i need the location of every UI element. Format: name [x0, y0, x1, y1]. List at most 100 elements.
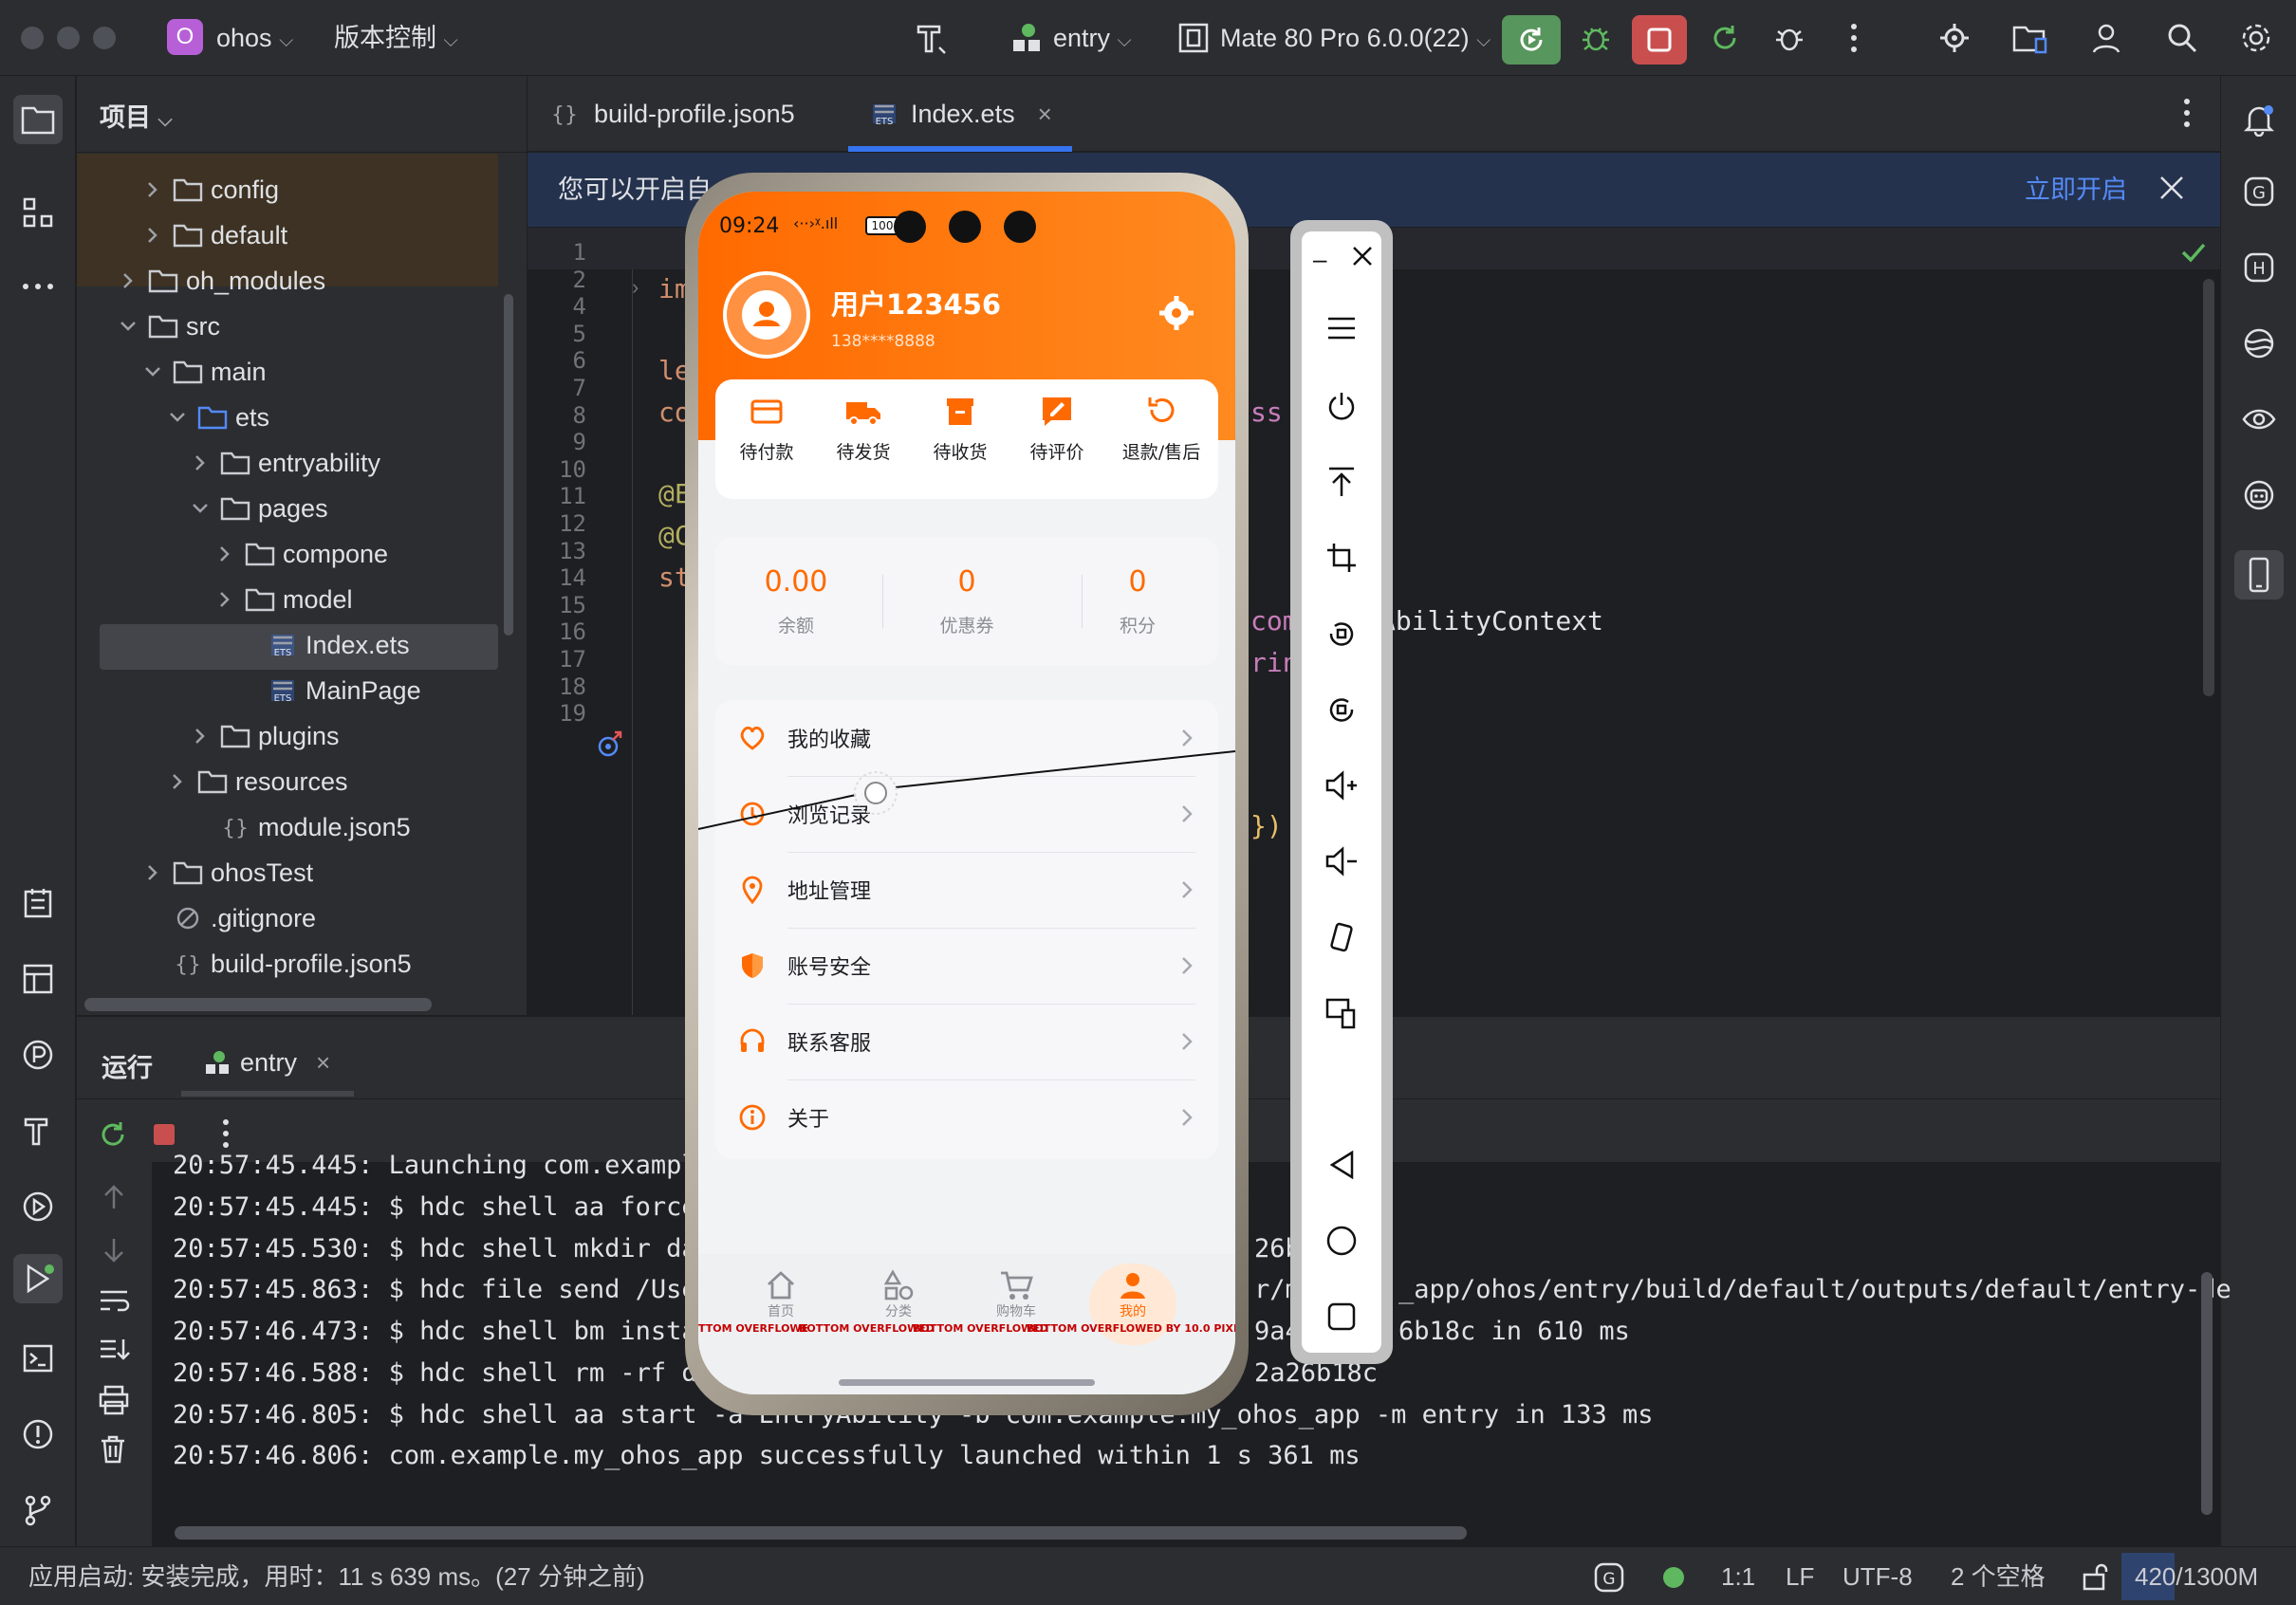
- tree-item-build-profile-json5[interactable]: {} build-profile.json5: [77, 941, 527, 987]
- banner-close-icon[interactable]: [2157, 174, 2186, 202]
- build-icon[interactable]: [17, 1110, 59, 1152]
- tree-vertical-scrollbar[interactable]: [504, 294, 513, 636]
- stop-icon[interactable]: [151, 1121, 177, 1148]
- fold-arrow-icon[interactable]: ›: [632, 275, 639, 300]
- order-refund[interactable]: 退款/售后: [1106, 395, 1216, 464]
- scroll-to-end-icon[interactable]: [98, 1336, 130, 1364]
- tree-item-mainpage[interactable]: ETS MainPage: [77, 668, 527, 713]
- chevron-right-icon[interactable]: [142, 179, 163, 200]
- chevron-down-icon[interactable]: [190, 498, 211, 519]
- run-config-tab[interactable]: entry ×: [204, 1042, 330, 1083]
- git-branch-icon[interactable]: [17, 1489, 59, 1531]
- project-view-folder-icon[interactable]: [13, 95, 63, 144]
- tree-item-default[interactable]: default: [77, 212, 527, 258]
- emulator-power-icon[interactable]: [1321, 385, 1362, 427]
- emulator-upload-top-icon[interactable]: [1321, 461, 1362, 503]
- tab-close-icon[interactable]: ×: [1038, 100, 1052, 129]
- tree-item-pages[interactable]: pages: [77, 486, 527, 531]
- more-tools-icon[interactable]: [17, 266, 59, 307]
- emulator-volume-down-icon[interactable]: [1321, 840, 1362, 882]
- tree-item-config[interactable]: config: [77, 167, 527, 212]
- emulator-rotate-right-icon[interactable]: [1321, 689, 1362, 730]
- tree-item-resources[interactable]: resources: [77, 759, 527, 804]
- project-name-dropdown[interactable]: ohos ⌵: [216, 21, 293, 58]
- build-hammer-icon[interactable]: [911, 17, 953, 59]
- window-zoom-button[interactable]: [93, 27, 116, 49]
- unlock-icon[interactable]: [2082, 1562, 2110, 1591]
- caret-position[interactable]: 1:1: [1721, 1547, 1755, 1605]
- debug-bug-icon[interactable]: [1575, 17, 1617, 59]
- tree-item-module-json5[interactable]: {} module.json5: [77, 804, 527, 850]
- run-tool-icon[interactable]: [13, 1254, 63, 1303]
- chevron-down-icon[interactable]: [142, 361, 163, 382]
- tab-index-ets[interactable]: ETS Index.ets ×: [871, 76, 1052, 152]
- rerun-button[interactable]: [1502, 15, 1561, 65]
- layout-inspector-icon[interactable]: [17, 958, 59, 1000]
- project-badge[interactable]: O: [167, 19, 203, 55]
- services-icon[interactable]: [17, 1186, 59, 1227]
- assistant-robot-icon[interactable]: [2238, 474, 2280, 516]
- tree-item-gitignore[interactable]: .gitignore: [77, 895, 527, 941]
- account-icon[interactable]: [2085, 17, 2127, 59]
- settings-gear-icon[interactable]: [2235, 17, 2277, 59]
- emulator-crop-screenshot-icon[interactable]: [1321, 537, 1362, 579]
- soft-wrap-icon[interactable]: [98, 1286, 130, 1315]
- chevron-right-icon[interactable]: [167, 771, 188, 792]
- tree-item-model[interactable]: model: [77, 577, 527, 622]
- project-panel-header[interactable]: 项目 ⌵: [100, 97, 173, 134]
- structure-icon[interactable]: [17, 192, 59, 233]
- menu-about[interactable]: 关于: [715, 1079, 1218, 1155]
- tree-item-index-ets[interactable]: ETS Index.ets: [77, 622, 527, 668]
- line-separator[interactable]: LF: [1786, 1547, 1814, 1605]
- menu-security[interactable]: 账号安全: [715, 928, 1218, 1004]
- apply-changes-icon[interactable]: [1704, 17, 1746, 59]
- scroll-down-arrow-icon[interactable]: [100, 1235, 128, 1264]
- preview-eye-icon[interactable]: [2238, 398, 2280, 440]
- menu-customer-service[interactable]: 联系客服: [715, 1004, 1218, 1079]
- stat-balance[interactable]: 0.00 余额: [715, 565, 877, 637]
- phone-screen[interactable]: 09:24 ‹··›ᵡ.ıll 100 用户123456 138****8888…: [698, 192, 1235, 1394]
- order-pending-review[interactable]: 待评价: [1009, 395, 1104, 464]
- codegenie-status-icon[interactable]: G: [1594, 1562, 1624, 1593]
- emulator-volume-up-icon[interactable]: [1321, 765, 1362, 806]
- chevron-right-icon[interactable]: [190, 726, 211, 747]
- chevron-down-icon[interactable]: [118, 316, 139, 337]
- settings-gear-icon[interactable]: [1159, 296, 1194, 330]
- emulator-close-icon[interactable]: [1351, 245, 1374, 268]
- stop-button[interactable]: [1632, 15, 1687, 65]
- console-horizontal-scrollbar[interactable]: [175, 1526, 1467, 1540]
- problems-icon[interactable]: [17, 1413, 59, 1455]
- tree-item-oh-modules[interactable]: oh_modules: [77, 258, 527, 304]
- profiler-icon[interactable]: [17, 1034, 59, 1076]
- editor-vertical-scrollbar[interactable]: [2203, 279, 2214, 696]
- emulator-minimize-icon[interactable]: –: [1313, 245, 1326, 274]
- trash-clear-icon[interactable]: [98, 1434, 128, 1465]
- chevron-right-icon[interactable]: [142, 862, 163, 883]
- stat-points[interactable]: 0 积分: [1057, 565, 1218, 637]
- stat-coupons[interactable]: 0 优惠券: [886, 565, 1047, 637]
- chevron-right-icon[interactable]: [214, 544, 235, 564]
- emulator-home-icon[interactable]: [1321, 1220, 1362, 1262]
- emulator-rotate-device-icon[interactable]: [1321, 916, 1362, 958]
- emulator-recents-icon[interactable]: [1321, 1296, 1362, 1338]
- emulator-menu-icon[interactable]: [1321, 307, 1362, 349]
- device-mirror-phone-icon[interactable]: [2234, 550, 2284, 600]
- banner-enable-link[interactable]: 立即开启: [2025, 153, 2127, 227]
- chevron-right-icon[interactable]: [214, 589, 235, 610]
- vcs-dropdown[interactable]: 版本控制 ⌵: [334, 21, 458, 58]
- no-problems-check-icon[interactable]: [2180, 241, 2207, 264]
- override-marker-icon[interactable]: [596, 730, 624, 759]
- file-encoding[interactable]: UTF-8: [1842, 1547, 1913, 1605]
- notifications-bell-icon[interactable]: [2238, 99, 2280, 140]
- harmony-h-icon[interactable]: H: [2238, 247, 2280, 288]
- tabs-more-icon[interactable]: [2182, 97, 2192, 129]
- tree-item-entryability[interactable]: entryability: [77, 440, 527, 486]
- device-dropdown[interactable]: Mate 80 Pro 6.0.0(22) ⌵: [1220, 21, 1491, 58]
- search-icon[interactable]: [2161, 17, 2203, 59]
- globe-icon[interactable]: [2238, 323, 2280, 364]
- window-minimize-button[interactable]: [57, 27, 80, 49]
- avatar[interactable]: [723, 271, 810, 359]
- run-config-dropdown[interactable]: entry ⌵: [1053, 21, 1132, 58]
- todo-icon[interactable]: [17, 882, 59, 924]
- attach-debugger-icon[interactable]: [1768, 17, 1810, 59]
